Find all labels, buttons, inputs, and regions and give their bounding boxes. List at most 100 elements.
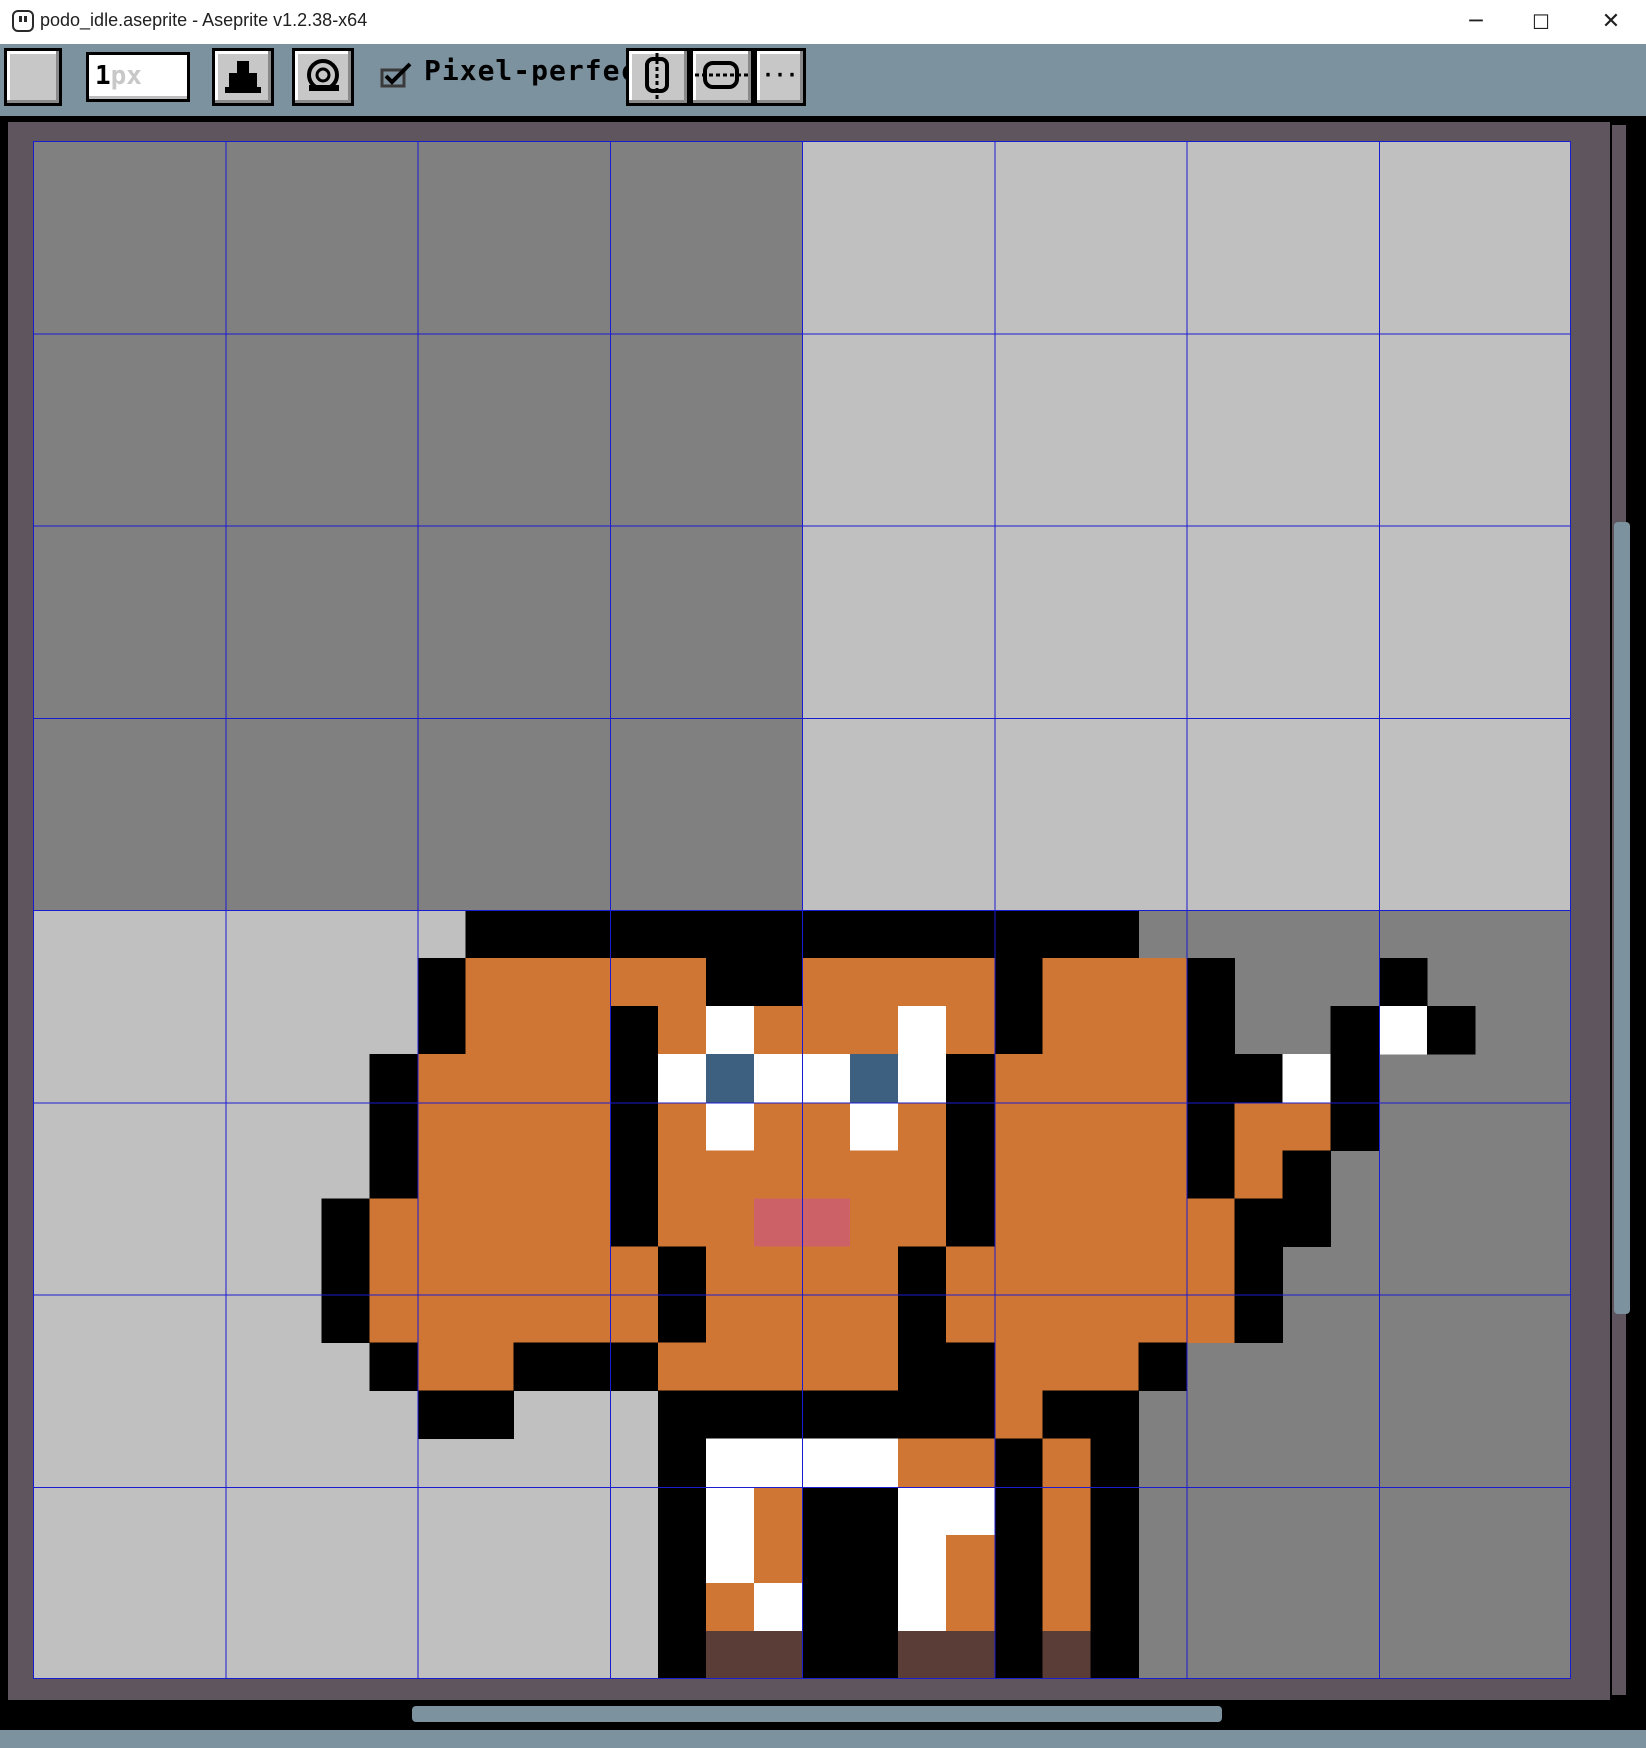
sprite-pixel [1090, 1006, 1139, 1055]
checker-tile [225, 333, 418, 526]
sprite-pixel [1090, 1438, 1139, 1488]
checker-tile [1186, 1486, 1379, 1679]
sprite-pixel [417, 1390, 467, 1440]
sprite-pixel [561, 1006, 611, 1055]
sprite-pixel [657, 1630, 707, 1679]
sprite-pixel [1042, 1150, 1091, 1199]
sprite-pixel [513, 1294, 563, 1344]
sprite-pixel [850, 1582, 899, 1632]
sprite-pixel [321, 1294, 370, 1344]
sprite-pixel [561, 1198, 611, 1247]
sprite-pixel [1138, 1006, 1187, 1055]
sprite-pixel [1090, 1150, 1139, 1199]
sprite-pixel [946, 1102, 995, 1151]
sprite-pixel [321, 1198, 370, 1247]
sprite-pixel [1042, 1102, 1091, 1151]
sprite-pixel [850, 1006, 899, 1055]
sprite-pixel [609, 1102, 659, 1151]
sprite-pixel [994, 1150, 1043, 1199]
more-options-button[interactable]: ··· [754, 48, 806, 106]
brush-type-button[interactable] [4, 48, 62, 106]
sprite-pixel [1042, 1198, 1091, 1247]
sprite-pixel [705, 1342, 755, 1392]
sprite-pixel [802, 910, 851, 959]
sprite-pixel [513, 1246, 563, 1295]
sprite-pixel [513, 1342, 563, 1392]
sprite-pixel [657, 1438, 707, 1488]
ink-type-button[interactable] [212, 48, 274, 106]
sprite-pixel [561, 910, 611, 959]
sprite-pixel [465, 1390, 515, 1440]
sprite-pixel [802, 1342, 851, 1392]
checker-tile [417, 1486, 610, 1679]
sprite-pixel [1042, 910, 1091, 959]
sprite-pixel [1138, 1198, 1187, 1247]
sprite-pixel [657, 1150, 707, 1199]
pixel-perfect-label[interactable]: Pixel-perfect [424, 54, 656, 87]
sprite-canvas[interactable] [33, 141, 1571, 1679]
sprite-pixel [1282, 1198, 1332, 1247]
pixel-perfect-checkbox[interactable] [380, 60, 414, 97]
sprite-pixel [705, 1150, 755, 1199]
vertical-scrollbar-thumb[interactable] [1614, 522, 1630, 1314]
sprite-pixel [1186, 958, 1236, 1007]
sprite-pixel [657, 1246, 707, 1295]
sprite-pixel [609, 910, 659, 959]
sprite-pixel [850, 1342, 899, 1392]
sprite-pixel [898, 1390, 947, 1440]
sprite-pixel [1282, 1150, 1332, 1199]
sprite-pixel [657, 1486, 707, 1536]
close-button[interactable]: ✕ [1576, 0, 1646, 44]
sprite-pixel [850, 1150, 899, 1199]
checker-tile [225, 1486, 418, 1679]
horizontal-scrollbar-thumb[interactable] [412, 1706, 1222, 1722]
maximize-button[interactable]: ☐ [1506, 0, 1576, 44]
checker-tile [994, 525, 1187, 718]
sprite-pixel [946, 958, 995, 1007]
checker-tile [994, 717, 1187, 910]
brush-size-field[interactable]: 1px [86, 52, 190, 102]
sprite-pixel [898, 1294, 947, 1344]
sprite-pixel [657, 1006, 707, 1055]
sprite-pixel [898, 1630, 947, 1679]
vertical-symmetry-button[interactable] [626, 48, 690, 106]
sprite-pixel [850, 1534, 899, 1584]
sprite-pixel [513, 910, 563, 959]
checker-tile [802, 525, 995, 718]
sprite-pixel [1138, 1246, 1187, 1295]
sprite-pixel [657, 1198, 707, 1247]
sprite-pixel [609, 1246, 659, 1295]
sprite-pixel [1426, 1006, 1476, 1055]
sprite-pixel [802, 1246, 851, 1295]
sprite-pixel [1330, 1006, 1380, 1055]
sprite-pixel [561, 1342, 611, 1392]
checker-tile [1186, 717, 1379, 910]
sprite-pixel [898, 958, 947, 1007]
sprite-pixel [753, 1582, 803, 1632]
sprite-pixel [561, 1294, 611, 1344]
sprite-pixel [802, 1390, 851, 1440]
sprite-pixel [417, 1198, 467, 1247]
sprite-pixel [994, 1102, 1043, 1151]
sprite-pixel [1138, 1150, 1187, 1199]
sprite-pixel [1090, 958, 1139, 1007]
sprite-pixel [513, 958, 563, 1007]
pen-pressure-button[interactable] [292, 48, 354, 106]
sprite-pixel [657, 1534, 707, 1584]
sprite-pixel [1090, 1390, 1139, 1440]
sprite-pixel [898, 1198, 947, 1247]
sprite-pixel [753, 1342, 803, 1392]
horizontal-symmetry-button[interactable] [690, 48, 754, 106]
minimize-button[interactable]: ─ [1441, 0, 1511, 44]
sprite-pixel [465, 1102, 515, 1151]
sprite-pixel [705, 1246, 755, 1295]
checker-tile [1378, 1102, 1571, 1295]
sprite-pixel [561, 1054, 611, 1103]
pen-pressure-icon [307, 59, 339, 91]
sprite-pixel [946, 1006, 995, 1055]
sprite-pixel [705, 910, 755, 959]
sprite-pixel [802, 1198, 851, 1247]
window-title: podo_idle.aseprite - Aseprite v1.2.38-x6… [40, 10, 368, 30]
checker-tile [609, 525, 802, 718]
sprite-pixel [994, 1246, 1043, 1295]
